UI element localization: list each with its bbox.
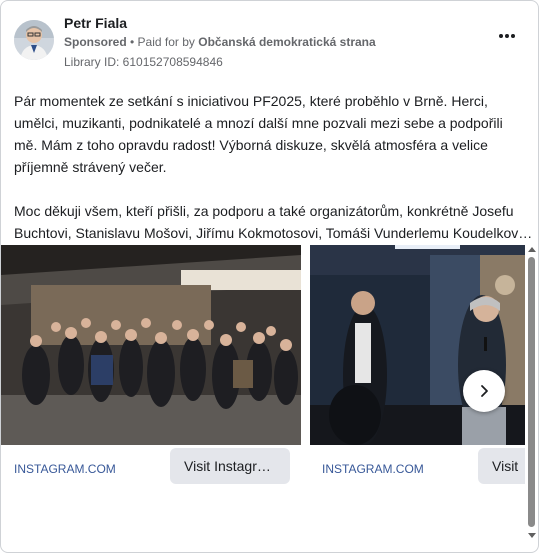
sponsored-meta: Sponsored • Paid for by Občanská demokra… [64, 35, 376, 49]
vertical-scrollbar[interactable] [526, 245, 537, 543]
post-paragraph-1: Pár momentek ze setkání s iniciativou PF… [14, 93, 503, 175]
post-paragraph-2-line-2: Buchtovi, Stanislavu Mošovi, Jiřímu Kokm… [14, 225, 533, 241]
post-paragraph-2: Moc děkuji všem, kteří přišli, za podpor… [14, 200, 532, 244]
carousel-next-button[interactable] [463, 370, 505, 412]
meta-separator: • [126, 35, 138, 49]
library-id: Library ID: 610152708594846 [64, 55, 223, 69]
post-body: Pár momentek ze setkání s iniciativou PF… [14, 90, 532, 244]
post-header: Petr Fiala Sponsored • Paid for by Občan… [14, 15, 524, 72]
page-name[interactable]: Petr Fiala [64, 15, 127, 31]
more-options-button[interactable] [495, 28, 519, 44]
scroll-up-arrow-icon[interactable] [528, 247, 536, 252]
card-domain[interactable]: INSTAGRAM.COM [14, 462, 116, 476]
carousel-image-group-photo[interactable] [1, 245, 301, 445]
visit-instagram-button[interactable]: Visit Instagr… [170, 448, 290, 484]
visit-instagram-button[interactable]: Visit [478, 448, 525, 484]
carousel-image-speaker-photo[interactable] [310, 245, 525, 445]
sponsored-label: Sponsored [64, 35, 127, 49]
ad-card: Petr Fiala Sponsored • Paid for by Občan… [0, 0, 539, 553]
advertiser-name[interactable]: Občanská demokratická strana [198, 35, 375, 49]
scroll-down-arrow-icon[interactable] [528, 533, 536, 538]
carousel-card-1[interactable]: INSTAGRAM.COM Visit Instagr… [1, 245, 301, 505]
more-horizontal-icon [499, 34, 503, 38]
avatar[interactable] [14, 20, 54, 60]
post-paragraph-2-line-1: Moc děkuji všem, kteří přišli, za podpor… [14, 203, 514, 219]
chevron-right-icon [481, 385, 488, 397]
card-domain[interactable]: INSTAGRAM.COM [322, 462, 424, 476]
scroll-thumb[interactable] [528, 257, 535, 527]
paid-for-label: Paid for by [137, 35, 199, 49]
media-carousel: INSTAGRAM.COM Visit Instagr… INSTAGRAM.C… [1, 245, 525, 505]
